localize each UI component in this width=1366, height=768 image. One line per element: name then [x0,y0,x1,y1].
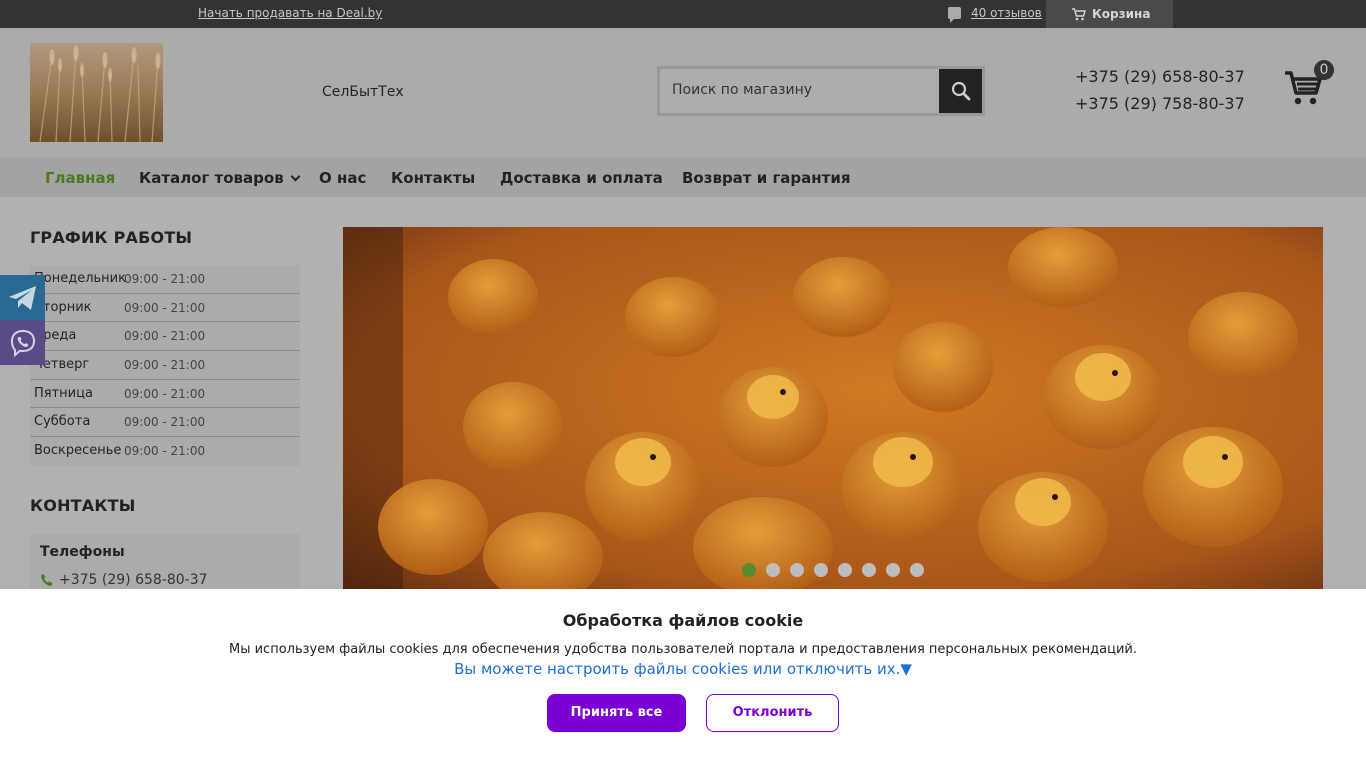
cart-button[interactable]: 0 [1284,60,1334,110]
chevron-down-icon [290,171,301,182]
schedule-time: 09:00 - 21:00 [124,386,206,401]
slider-dot[interactable] [766,563,780,577]
cookie-banner: Обработка файлов cookie Мы используем фа… [0,589,1366,768]
hero-banner[interactable] [343,227,1323,589]
schedule-time: 09:00 - 21:00 [124,444,206,459]
slider-dot[interactable] [790,563,804,577]
schedule-time: 09:00 - 21:00 [124,272,206,286]
schedule-day: Суббота [34,414,91,430]
nav-catalog-label: Каталог товаров [139,169,284,187]
nav-contacts[interactable]: Контакты [391,169,475,187]
search-input[interactable]: Поиск по магазину [660,69,939,113]
phone-1[interactable]: +375 (29) 658-80-37 [1075,63,1245,90]
phones-label: Телефоны [40,544,125,560]
schedule-table: Понедельник 09:00 - 21:00 Вторник 09:00 - … [30,265,300,466]
phone-icon [41,574,53,586]
schedule-row: Пятница 09:00 - 21:00 [30,380,300,409]
cart-small-icon [1072,7,1086,20]
schedule-time: 09:00 - 21:00 [124,358,206,373]
reject-button[interactable]: Отклонить [706,694,839,732]
main-nav: Главная Каталог товаров О нас Контакты Д… [0,157,1366,197]
schedule-day: Понедельник [34,271,126,286]
nav-about[interactable]: О нас [319,169,366,187]
slider-dot[interactable] [910,563,924,577]
schedule-row: Воскресенье 09:00 - 21:00 [30,437,300,466]
slider-dots [742,563,934,577]
schedule-time: 09:00 - 21:00 [124,329,206,344]
header-phones: +375 (29) 658-80-37 +375 (29) 758-80-37 [1075,63,1245,117]
comment-icon [948,7,961,23]
site-header: СелБытТех Поиск по магазину +375 (29) 65… [0,28,1366,157]
slider-dot[interactable] [862,563,876,577]
schedule-title: ГРАФИК РАБОТЫ [30,228,193,247]
schedule-time: 09:00 - 21:00 [124,300,206,315]
nav-catalog[interactable]: Каталог товаров [139,169,301,187]
schedule-row: Четверг 09:00 - 21:00 [30,351,300,380]
cookie-description: Мы используем файлы cookies для обеспече… [228,642,1137,657]
contacts-title: КОНТАКТЫ [30,496,136,515]
cart-count-badge: 0 [1314,60,1334,80]
slider-dot[interactable] [814,563,828,577]
contact-phone-text: +375 (29) 658-80-37 [59,572,208,588]
phone-2[interactable]: +375 (29) 758-80-37 [1075,90,1245,117]
nav-returns[interactable]: Возврат и гарантия [682,169,850,187]
shop-logo[interactable] [30,43,163,142]
schedule-row: Понедельник 09:00 - 21:00 [30,265,300,294]
cart-tab[interactable]: Корзина [1046,0,1173,28]
contact-phone[interactable]: +375 (29) 658-80-37 [40,572,208,588]
schedule-day: Воскресенье [34,443,122,459]
cookie-title: Обработка файлов cookie [562,611,804,630]
search-icon [951,81,970,101]
nav-delivery[interactable]: Доставка и оплата [500,169,663,187]
viber-button[interactable] [0,320,45,365]
schedule-row: Вторник 09:00 - 21:00 [30,294,300,323]
contacts-box: Телефоны +375 (29) 658-80-37 [30,534,300,594]
schedule-time: 09:00 - 21:00 [124,415,206,430]
top-bar: Начать продавать на Deal.by 40 отзывов К… [0,0,1366,28]
telegram-button[interactable] [0,275,45,320]
search-button[interactable] [939,69,982,113]
schedule-day: Пятница [34,385,93,401]
slider-dot[interactable] [838,563,852,577]
schedule-row: Среда 09:00 - 21:00 [30,322,300,352]
slider-dot[interactable] [742,563,756,577]
viber-icon [10,329,35,357]
schedule-row: Суббота 09:00 - 21:00 [30,408,300,438]
cookie-settings-link[interactable]: Вы можете настроить файлы cookies или от… [0,660,1366,678]
reviews-link[interactable]: 40 отзывов [948,6,1042,23]
start-selling-link[interactable]: Начать продавать на Deal.by [198,6,382,20]
banner-image [343,227,1323,589]
reviews-label: 40 отзывов [971,6,1042,20]
nav-home[interactable]: Главная [45,169,115,187]
search-bar: Поиск по магазину [657,66,985,116]
slider-dot[interactable] [886,563,900,577]
cart-tab-label: Корзина [1092,7,1151,21]
telegram-icon [8,285,36,310]
shop-name[interactable]: СелБытТех [322,84,404,100]
accept-all-button[interactable]: Принять все [547,694,686,732]
